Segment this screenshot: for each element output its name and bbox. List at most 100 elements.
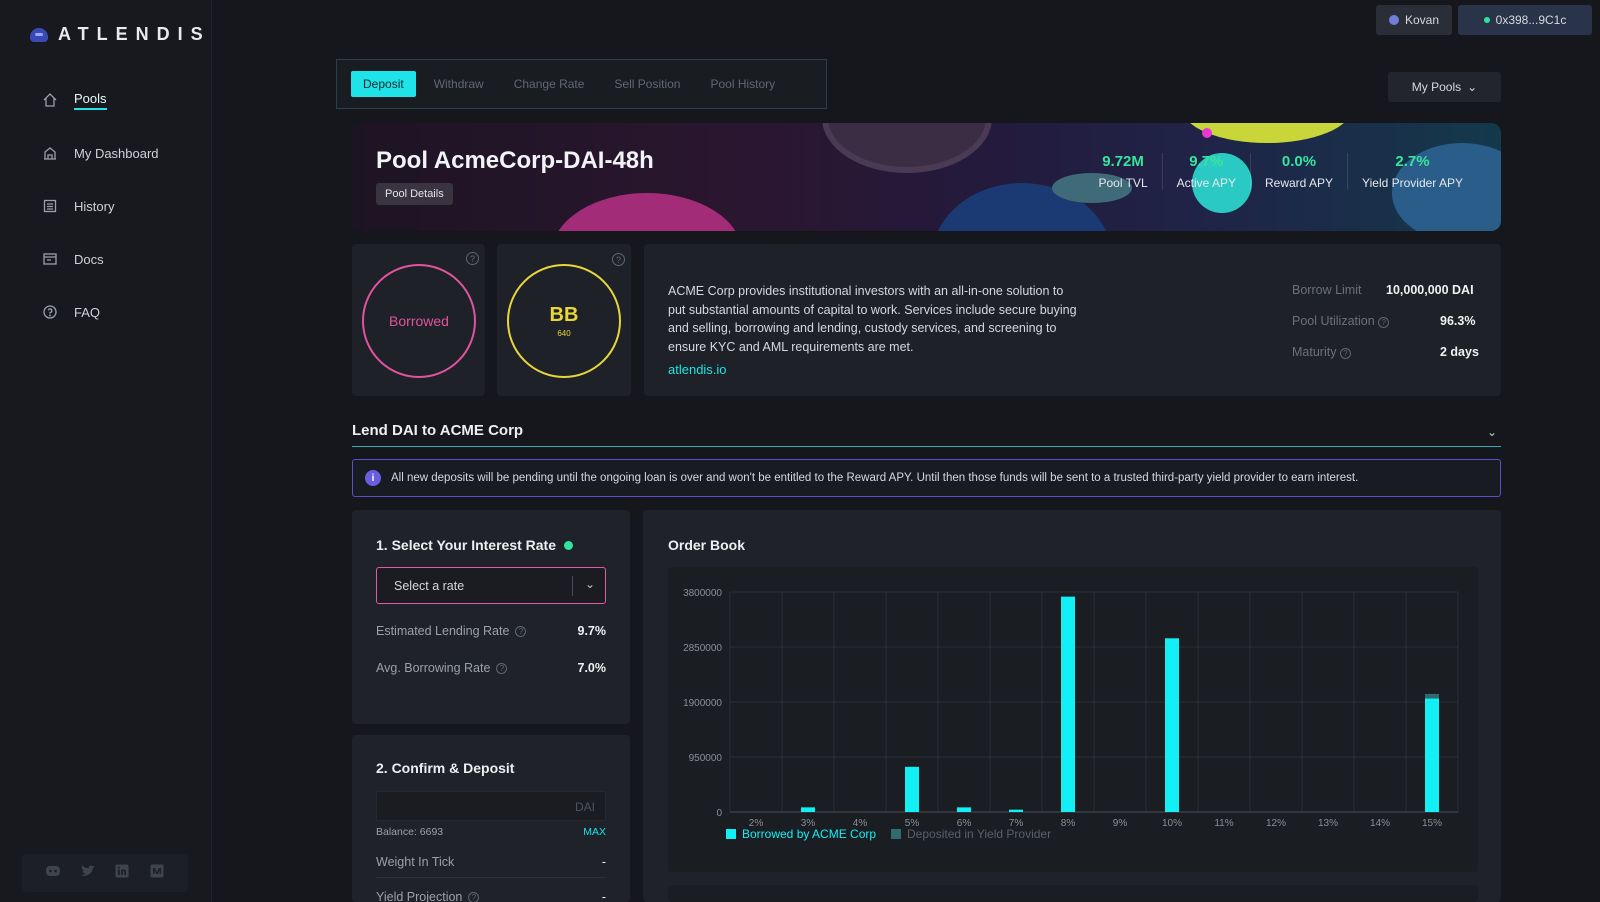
help-icon[interactable]: ? xyxy=(515,625,527,637)
bar-borrowed xyxy=(1009,809,1023,812)
stat-value: 2.7% xyxy=(1395,153,1430,170)
amount-input[interactable]: DAI xyxy=(376,791,606,821)
sidebar-item-label: My Dashboard xyxy=(74,145,159,161)
tab-sell-position[interactable]: Sell Position xyxy=(602,71,692,97)
maturity-label: Maturity ? xyxy=(1292,345,1351,359)
order-book-title: Order Book xyxy=(668,537,746,553)
lend-section-title: Lend DAI to ACME Corp xyxy=(352,422,524,439)
deposit-notice: i All new deposits will be pending until… xyxy=(352,459,1501,497)
sidebar-item-label: Docs xyxy=(74,251,104,267)
order-book-chart: 09500001900000285000038000002% 3% 4% 5% 6% 7%… xyxy=(683,588,1459,841)
stat-value: 0.0% xyxy=(1281,153,1317,170)
dashboard-icon xyxy=(40,143,60,163)
network-button[interactable]: Kovan xyxy=(1376,5,1452,35)
help-icon[interactable]: ? xyxy=(466,252,479,265)
logo-text: ATLENDIS xyxy=(58,24,211,44)
rate-select[interactable]: Select a rate ⌄ xyxy=(376,567,606,604)
help-icon[interactable]: ? xyxy=(612,253,625,266)
banner-decoration xyxy=(822,123,992,173)
connected-status-icon xyxy=(1483,17,1490,23)
logo[interactable]: ATLENDIS xyxy=(30,24,211,45)
banner-decoration xyxy=(552,193,742,231)
section-divider xyxy=(352,446,1501,447)
chevron-down-icon: ⌄ xyxy=(584,577,595,591)
wallet-address: 0x398...9C1c xyxy=(1495,13,1567,27)
currency-label: DAI xyxy=(574,800,595,814)
sidebar-item-docs[interactable]: Docs xyxy=(40,247,159,271)
tab-deposit[interactable]: Deposit xyxy=(351,71,416,97)
x-tick-label: 10% xyxy=(1162,818,1182,829)
status-label: Borrowed xyxy=(389,313,449,329)
tab-change-rate[interactable]: Change Rate xyxy=(502,71,597,97)
y-tick-label: 0 xyxy=(716,808,722,819)
y-tick-label: 2850000 xyxy=(683,643,722,654)
bar-borrowed xyxy=(1425,698,1439,812)
balance-row: Balance: 6693 MAX xyxy=(376,826,606,838)
help-icon[interactable]: ? xyxy=(496,662,508,674)
estimated-lending-rate-row: Estimated Lending Rate? 9.7% xyxy=(376,624,606,638)
bar-borrowed xyxy=(957,807,971,812)
help-icon[interactable]: ? xyxy=(468,891,480,902)
social-links xyxy=(22,854,188,892)
stat-label: Active APY xyxy=(1176,176,1236,190)
twitter-icon[interactable] xyxy=(79,864,97,882)
help-icon[interactable]: ? xyxy=(1339,348,1351,359)
utilization-value: 96.3% xyxy=(1440,314,1476,328)
borrow-limit-label: Borrow Limit xyxy=(1292,283,1362,297)
select-separator xyxy=(572,576,573,596)
x-tick-label: 8% xyxy=(1061,818,1076,829)
deposit-panel-title: 2. Confirm & Deposit xyxy=(376,760,515,776)
help-icon xyxy=(40,302,60,322)
stat-reward-apy: 0.0% Reward APY xyxy=(1250,153,1347,190)
sidebar-item-label: Pools xyxy=(74,91,107,110)
order-book-chart-area: 0 950000 1900000 2850000 3800000 2% 3% 4% 5% 6% 7%… xyxy=(668,567,1478,872)
my-pools-dropdown[interactable]: My Pools ⌄ xyxy=(1388,72,1501,102)
utilization-label: Pool Utilization ? xyxy=(1292,314,1390,328)
row-divider xyxy=(376,877,606,878)
info-icon: i xyxy=(365,470,381,486)
sidebar-item-faq[interactable]: FAQ xyxy=(40,300,159,324)
linkedin-icon[interactable] xyxy=(113,864,131,882)
avg-borrowing-rate-row: Avg. Borrowing Rate? 7.0% xyxy=(376,661,606,675)
weight-in-tick-row: Weight In Tick - xyxy=(376,855,606,869)
medium-icon[interactable] xyxy=(148,864,166,882)
chevron-down-icon: ⌄ xyxy=(1467,80,1478,94)
y-tick-label: 3800000 xyxy=(683,588,722,599)
bar-borrowed xyxy=(1061,596,1075,812)
yield-projection-row: Yield Projection? - xyxy=(376,890,606,902)
collapse-chevron-icon[interactable]: ⌄ xyxy=(1487,425,1497,439)
pool-details-button[interactable]: Pool Details xyxy=(376,183,453,205)
bar-borrowed xyxy=(1165,638,1179,812)
action-tabs: Deposit Withdraw Change Rate Sell Positi… xyxy=(336,59,827,109)
legend-swatch xyxy=(891,829,901,839)
sidebar-item-pools[interactable]: Pools xyxy=(40,88,159,112)
bar-borrowed xyxy=(905,766,919,812)
history-icon xyxy=(40,196,60,216)
tab-withdraw[interactable]: Withdraw xyxy=(422,71,496,97)
sidebar-item-my-dashboard[interactable]: My Dashboard xyxy=(40,141,159,165)
stat-label: Reward APY xyxy=(1265,176,1334,190)
help-icon[interactable]: ? xyxy=(1378,317,1390,328)
website-link[interactable]: atlendis.io xyxy=(668,362,727,377)
max-button[interactable]: MAX xyxy=(583,826,606,838)
next-panel-edge xyxy=(668,885,1478,902)
balance-text: Balance: 6693 xyxy=(376,826,444,838)
tab-pool-history[interactable]: Pool History xyxy=(698,71,787,97)
legend-label: Borrowed by ACME Corp xyxy=(742,827,876,841)
sidebar-nav: Pools My Dashboard History Docs FAQ xyxy=(40,88,159,353)
legend-label: Deposited in Yield Provider xyxy=(907,827,1051,841)
x-tick-label: 11% xyxy=(1214,818,1233,829)
stat-yield-provider-apy: 2.7% Yield Provider APY xyxy=(1347,153,1477,190)
x-tick-label: 14% xyxy=(1370,818,1390,829)
status-card: Borrowed ? xyxy=(352,244,485,396)
wallet-button[interactable]: 0x398...9C1c xyxy=(1458,5,1592,35)
y-tick-label: 1900000 xyxy=(683,698,722,709)
bar-deposited xyxy=(1425,693,1439,699)
network-label: Kovan xyxy=(1404,13,1440,27)
discord-icon[interactable] xyxy=(44,864,62,882)
pool-title: Pool AcmeCorp-DAI-48h xyxy=(376,147,654,174)
borrow-limit-value: 10,000,000 DAI xyxy=(1386,283,1474,297)
stat-value: 9.72M xyxy=(1102,153,1144,170)
sidebar-item-history[interactable]: History xyxy=(40,194,159,218)
sidebar: ATLENDIS Pools My Dashboard History Docs xyxy=(0,0,212,902)
